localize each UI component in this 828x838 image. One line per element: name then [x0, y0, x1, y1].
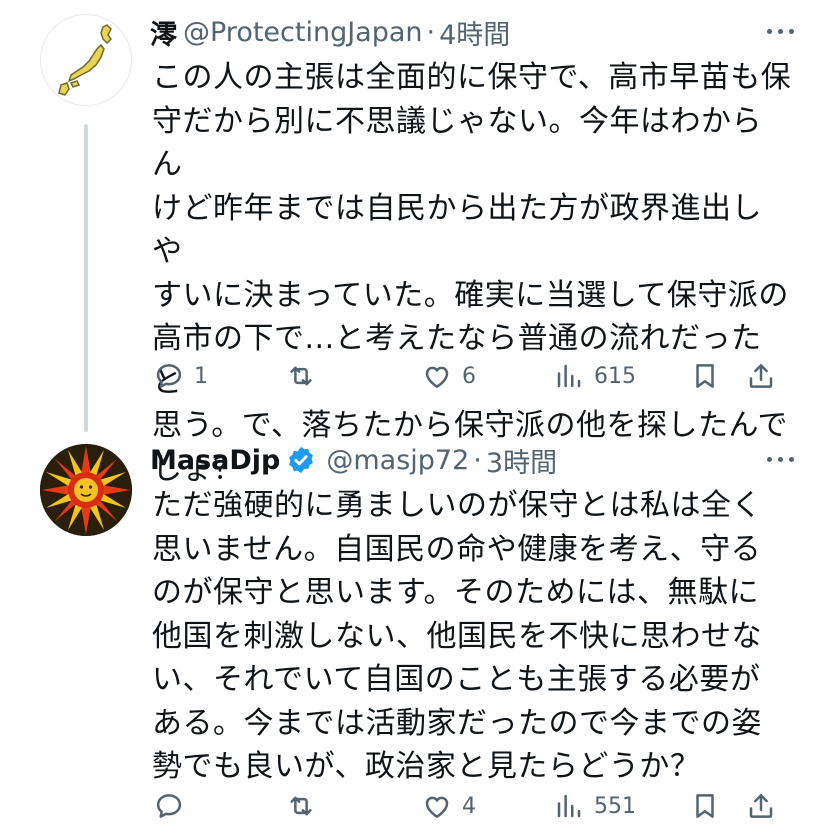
japan-map-icon [53, 24, 112, 101]
avatar[interactable] [40, 14, 132, 106]
views-button[interactable]: 551 [554, 784, 636, 828]
tweet-header: MasaDjp @masjp72 · 3時間 [150, 440, 804, 480]
like-count: 6 [462, 363, 476, 389]
display-name[interactable]: MasaDjp [150, 445, 280, 476]
reply-button[interactable] [154, 784, 194, 828]
views-count: 551 [594, 793, 636, 819]
verified-badge-icon [286, 445, 316, 475]
share-icon [749, 364, 773, 388]
retweet-icon [290, 796, 312, 816]
more-button[interactable] [760, 444, 800, 474]
tweet-header: 澪 @ProtectingJapan · 4時間 [150, 12, 804, 52]
views-count: 615 [594, 363, 636, 389]
bookmark-button[interactable] [690, 784, 720, 828]
views-icon [557, 794, 581, 818]
views-icon [557, 364, 581, 388]
views-button[interactable]: 615 [554, 354, 636, 398]
like-button[interactable]: 4 [422, 784, 476, 828]
tweet-1[interactable]: 澪 @ProtectingJapan · 4時間 この人の主張は全面的に保守で、… [0, 0, 828, 487]
timestamp[interactable]: 3時間 [486, 441, 557, 480]
retweet-button[interactable] [286, 784, 326, 828]
bookmark-icon [696, 794, 714, 818]
like-count: 4 [462, 793, 476, 819]
action-bar: 1 6 615 [150, 354, 788, 398]
like-button[interactable]: 6 [422, 354, 476, 398]
display-name[interactable]: 澪 [150, 13, 177, 52]
share-button[interactable] [746, 354, 776, 398]
reply-button[interactable]: 1 [154, 354, 208, 398]
sun-face-icon [40, 444, 132, 536]
separator: · [426, 16, 436, 48]
thread-line [84, 124, 88, 432]
bookmark-button[interactable] [690, 354, 720, 398]
separator: · [473, 444, 482, 476]
tweet-text: ただ強硬的に勇ましいのが保守とは私は全く 思いません。自国民の命や健康を考え、守… [152, 488, 762, 784]
more-icon [766, 456, 794, 462]
share-button[interactable] [746, 784, 776, 828]
user-handle[interactable]: @masjp72 [326, 445, 469, 476]
reply-icon [156, 794, 182, 818]
like-icon [425, 796, 449, 818]
reply-icon [156, 364, 182, 388]
retweet-button[interactable] [286, 354, 326, 398]
tweet-2[interactable]: MasaDjp @masjp72 · 3時間 ただ強硬的に勇ましいのが保守とは私… [0, 420, 828, 838]
timestamp[interactable]: 4時間 [439, 13, 510, 52]
more-button[interactable] [760, 16, 800, 46]
like-icon [425, 366, 449, 388]
share-icon [749, 794, 773, 818]
reply-count: 1 [194, 363, 208, 389]
avatar[interactable] [40, 444, 132, 536]
retweet-icon [290, 366, 312, 386]
action-bar: 4 551 [150, 784, 788, 828]
bookmark-icon [696, 364, 714, 388]
more-icon [766, 28, 794, 34]
user-handle[interactable]: @ProtectingJapan [183, 17, 423, 48]
